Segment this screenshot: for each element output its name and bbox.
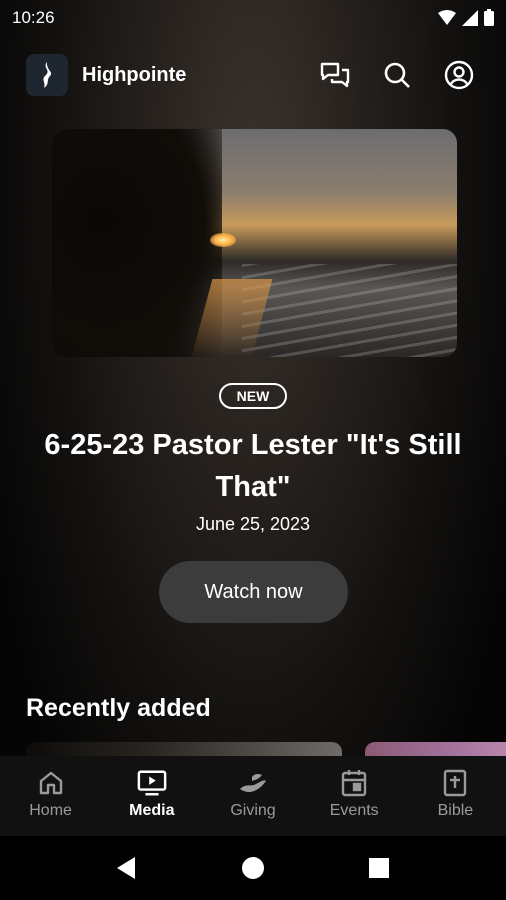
bible-icon xyxy=(440,768,470,798)
bottom-navigation: Home Media Giving Events Bible xyxy=(0,756,506,836)
nav-label-bible: Bible xyxy=(437,802,474,819)
nav-label-giving: Giving xyxy=(230,802,276,819)
status-time: 10:26 xyxy=(12,8,55,27)
signal-icon xyxy=(462,9,478,31)
home-icon xyxy=(36,768,66,798)
wifi-icon xyxy=(438,9,456,31)
giving-icon xyxy=(238,768,268,798)
new-badge: NEW xyxy=(219,383,287,409)
system-navigation-bar xyxy=(0,836,506,900)
featured-title: 6-25-23 Pastor Lester "It's Still That" xyxy=(44,429,462,503)
watch-now-button[interactable]: Watch now xyxy=(159,561,348,623)
nav-item-media[interactable]: Media xyxy=(101,756,202,836)
app-bar: Highpointe xyxy=(0,52,506,98)
search-icon[interactable] xyxy=(380,58,414,92)
nav-label-home: Home xyxy=(29,802,72,819)
nav-label-media: Media xyxy=(129,802,175,819)
back-icon[interactable] xyxy=(110,852,142,884)
recently-added-heading: Recently added xyxy=(26,694,211,722)
flame-logo-icon xyxy=(43,62,52,88)
app-logo xyxy=(26,54,68,96)
nav-label-events: Events xyxy=(329,802,379,819)
featured-date: June 25, 2023 xyxy=(195,514,311,534)
nav-item-events[interactable]: Events xyxy=(304,756,405,836)
nav-item-giving[interactable]: Giving xyxy=(202,756,303,836)
battery-icon xyxy=(484,9,494,31)
chat-icon[interactable] xyxy=(318,58,352,92)
nav-item-home[interactable]: Home xyxy=(0,756,101,836)
status-bar: 10:26 xyxy=(0,0,506,36)
calendar-icon xyxy=(339,768,369,798)
recents-icon[interactable] xyxy=(363,852,395,884)
media-icon xyxy=(137,768,167,798)
featured-thumbnail[interactable] xyxy=(52,129,457,357)
home-circle-icon[interactable] xyxy=(237,852,269,884)
account-icon[interactable] xyxy=(442,58,476,92)
app-title: Highpointe xyxy=(82,64,187,86)
nav-item-bible[interactable]: Bible xyxy=(405,756,506,836)
